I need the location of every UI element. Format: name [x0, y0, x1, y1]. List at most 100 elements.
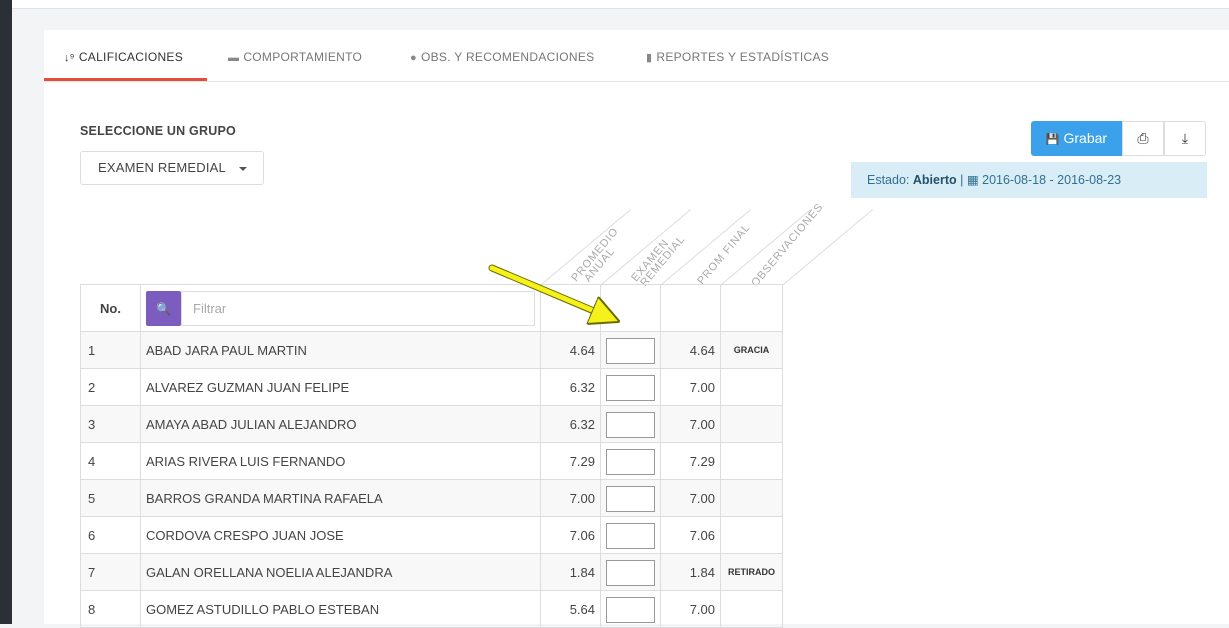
examen-input[interactable] [606, 596, 655, 623]
row-number: 8 [80, 590, 141, 628]
col-header-cell [660, 284, 721, 332]
observacion [720, 368, 783, 406]
left-sidebar-edge [0, 0, 12, 624]
observacion [720, 590, 783, 628]
examen-cell [600, 479, 661, 517]
prom-final: 7.00 [660, 479, 721, 517]
row-number: 4 [80, 442, 141, 480]
table-row: 2 ALVAREZ GUZMAN JUAN FELIPE 6.32 7.00 [80, 368, 783, 406]
student-name: CORDOVA CRESPO JUAN JOSE [140, 516, 541, 554]
tab-calificaciones[interactable]: ↓⁹ CALIFICACIONES [44, 30, 207, 81]
search-icon: 🔍 [156, 302, 171, 316]
promedio-anual: 6.32 [540, 368, 601, 406]
row-number: 1 [80, 331, 141, 369]
promedio-anual: 7.06 [540, 516, 601, 554]
group-dropdown-value: EXAMEN REMEDIAL [98, 160, 226, 175]
examen-cell [600, 368, 661, 406]
examen-cell [600, 442, 661, 480]
prom-final: 7.00 [660, 590, 721, 628]
grades-table: No. 🔍 1 ABAD JARA PAUL MAR [80, 284, 783, 628]
prom-final: 7.00 [660, 368, 721, 406]
prom-final: 7.06 [660, 516, 721, 554]
top-strip [12, 0, 1229, 9]
observacion [720, 479, 783, 517]
row-number: 2 [80, 368, 141, 406]
tab-label: CALIFICACIONES [78, 50, 184, 64]
student-name: GOMEZ ASTUDILLO PABLO ESTEBAN [140, 590, 541, 628]
promedio-anual: 5.64 [540, 590, 601, 628]
examen-cell [600, 553, 661, 591]
prom-final: 7.29 [660, 442, 721, 480]
table-row: 5 BARROS GRANDA MARTINA RAFAELA 7.00 7.0… [80, 479, 783, 517]
promedio-anual: 1.84 [540, 553, 601, 591]
prom-final: 1.84 [660, 553, 721, 591]
status-state: Abierto [912, 173, 957, 187]
status-separator: | [956, 173, 967, 187]
bar-chart-icon: ▮ [646, 52, 653, 64]
col-header-observaciones: OBSERVACIONES [749, 201, 826, 290]
observacion: GRACIA [720, 331, 783, 369]
observacion [720, 442, 783, 480]
examen-input[interactable] [606, 374, 655, 401]
row-number: 3 [80, 405, 141, 443]
save-button[interactable]: 💾 Grabar [1031, 121, 1122, 156]
tab-reportes[interactable]: ▮ REPORTES Y ESTADÍSTICAS [646, 30, 829, 81]
print-button[interactable]: ⎙ [1122, 121, 1164, 156]
sort-numeric-icon: ↓⁹ [64, 52, 75, 64]
examen-input[interactable] [606, 448, 655, 475]
comment-icon: ▬ [228, 52, 240, 64]
group-dropdown[interactable]: EXAMEN REMEDIAL [80, 151, 264, 185]
student-name: AMAYA ABAD JULIAN ALEJANDRO [140, 405, 541, 443]
tab-label: OBS. Y RECOMENDACIONES [420, 50, 595, 64]
prom-final: 7.00 [660, 405, 721, 443]
student-name: ALVAREZ GUZMAN JUAN FELIPE [140, 368, 541, 406]
tab-label: COMPORTAMIENTO [243, 50, 363, 64]
save-button-label: Grabar [1063, 130, 1108, 146]
status-prefix: Estado: [867, 173, 913, 187]
examen-cell [600, 590, 661, 628]
download-button[interactable]: ⤓ [1164, 121, 1206, 156]
table-row: 4 ARIAS RIVERA LUIS FERNANDO 7.29 7.29 [80, 442, 783, 480]
table-row: 7 GALAN ORELLANA NOELIA ALEJANDRA 1.84 1… [80, 553, 783, 591]
student-name: ABAD JARA PAUL MARTIN [140, 331, 541, 369]
table-row: 1 ABAD JARA PAUL MARTIN 4.64 4.64 GRACIA [80, 331, 783, 369]
filter-input[interactable] [181, 291, 535, 326]
observacion: RETIRADO [720, 553, 783, 591]
observacion [720, 405, 783, 443]
caret-down-icon [239, 167, 247, 171]
status-dates: 2016-08-18 - 2016-08-23 [982, 173, 1122, 187]
print-icon: ⎙ [1137, 130, 1149, 146]
search-button[interactable]: 🔍 [146, 291, 181, 326]
group-select-label: SELECCIONE UN GRUPO [80, 124, 236, 138]
observacion [720, 516, 783, 554]
download-icon: ⤓ [1181, 130, 1189, 146]
col-header-cell [720, 284, 783, 332]
tab-observaciones[interactable]: ● OBS. Y RECOMENDACIONES [410, 30, 594, 81]
table-row: 3 AMAYA ABAD JULIAN ALEJANDRO 6.32 7.00 [80, 405, 783, 443]
table-row: 8 GOMEZ ASTUDILLO PABLO ESTEBAN 5.64 7.0… [80, 590, 783, 628]
examen-input[interactable] [606, 411, 655, 438]
student-name: BARROS GRANDA MARTINA RAFAELA [140, 479, 541, 517]
promedio-anual: 7.29 [540, 442, 601, 480]
row-number: 5 [80, 479, 141, 517]
calendar-icon: ▦ [966, 173, 979, 187]
table-row: 6 CORDOVA CRESPO JUAN JOSE 7.06 7.06 [80, 516, 783, 554]
examen-input[interactable] [606, 485, 655, 512]
examen-cell [600, 516, 661, 554]
examen-input[interactable] [606, 559, 655, 586]
tab-label: REPORTES Y ESTADÍSTICAS [656, 50, 830, 64]
grades-table-wrap: No. 🔍 1 ABAD JARA PAUL MAR [80, 284, 783, 628]
prom-final: 4.64 [660, 331, 721, 369]
examen-cell [600, 405, 661, 443]
row-number: 6 [80, 516, 141, 554]
filter-cell: 🔍 [140, 284, 541, 332]
promedio-anual: 6.32 [540, 405, 601, 443]
student-name: GALAN ORELLANA NOELIA ALEJANDRA [140, 553, 541, 591]
promedio-anual: 7.00 [540, 479, 601, 517]
tab-comportamiento[interactable]: ▬ COMPORTAMIENTO [228, 30, 362, 81]
status-bar: Estado: Abierto | ▦ 2016-08-18 - 2016-08… [851, 162, 1207, 198]
annotation-arrow-icon [488, 264, 638, 342]
student-name: ARIAS RIVERA LUIS FERNANDO [140, 442, 541, 480]
examen-input[interactable] [606, 522, 655, 549]
comments-icon: ● [410, 52, 417, 64]
